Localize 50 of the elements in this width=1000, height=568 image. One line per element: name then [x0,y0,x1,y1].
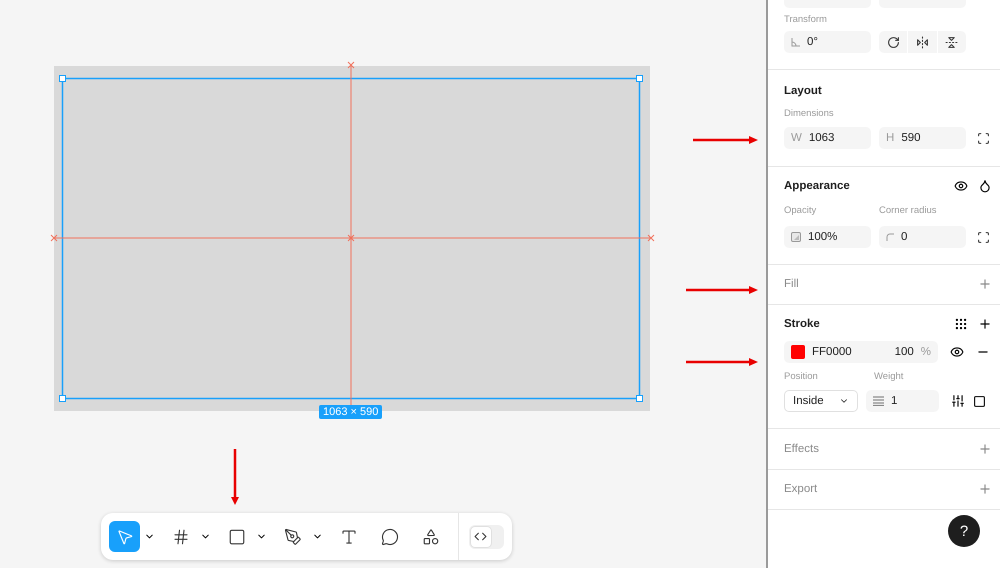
droplet-icon[interactable] [978,179,992,193]
section-title: Effects [784,443,819,455]
annotation-arrow [686,286,758,294]
eye-icon[interactable] [954,179,968,193]
hash-icon [172,528,190,546]
eye-icon[interactable] [950,345,964,359]
field-label: Corner radius [879,205,937,216]
dimension-label: 1063 × 590 [319,405,382,419]
corner-icon [886,233,894,241]
weight-icon [873,396,884,406]
annotation-arrow [231,449,239,505]
width-field[interactable]: W 1063 [784,127,871,149]
annotation-arrow [686,358,758,366]
field-label: Transform [784,14,828,25]
position-select[interactable]: Inside [784,390,858,412]
weight-field[interactable]: 1 [866,390,939,412]
flip-horizontal-icon [916,36,929,48]
annotation-arrow [693,136,758,144]
corner-radius-field[interactable]: 0 [879,226,966,248]
resize-icon [976,132,990,144]
help-button[interactable]: ? [948,515,980,547]
move-tool-icon [116,528,134,546]
opacity-icon [791,232,801,242]
field-label: Weight [874,371,904,382]
opacity-field[interactable]: 100% [784,226,871,248]
pen-icon [284,528,302,546]
section-title: Fill [784,278,799,290]
rotate-icon [886,36,900,48]
add-icon[interactable] [978,317,992,331]
square-icon [228,528,246,546]
code-toggle[interactable] [468,524,504,548]
field-label: Dimensions [784,108,835,119]
square-icon[interactable] [973,394,986,408]
section-title: Stroke [784,318,820,330]
speech-bubble-icon [380,528,398,546]
field-label: Opacity [784,205,818,216]
rotation-field[interactable]: 0° [784,31,871,53]
section-title: Layout [784,85,822,97]
section-title: Export [784,483,818,495]
stroke-color-field[interactable]: FF0000 100 % [784,341,938,363]
flip-vertical-icon [945,36,958,48]
corners-icon [976,230,990,244]
angle-icon [791,38,800,46]
field-label: Position [784,371,819,382]
section-title: Appearance [784,180,850,192]
text-icon [340,528,358,546]
height-field[interactable]: H 590 [879,127,966,149]
code-icon [474,530,488,543]
styles-icon[interactable] [954,317,968,331]
sliders-icon[interactable] [951,394,965,408]
